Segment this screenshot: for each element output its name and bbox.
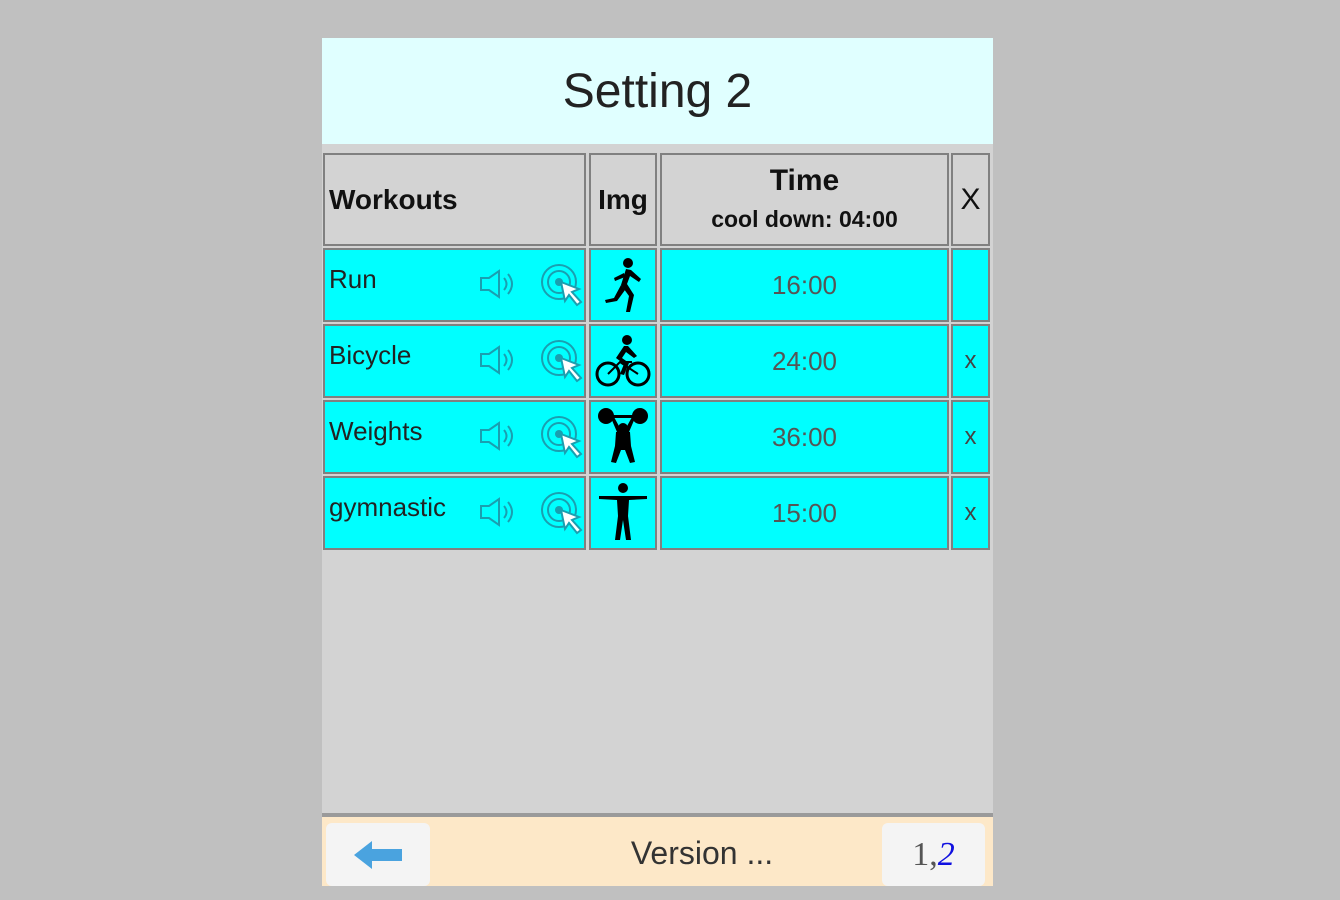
workout-image-gymnastic[interactable]	[589, 476, 657, 550]
workout-cell-bicycle[interactable]: Bicycle	[323, 324, 586, 398]
page-next[interactable]: 2	[938, 836, 955, 874]
workout-cell-gymnastic[interactable]: gymnastic	[323, 476, 586, 550]
header-delete: X	[951, 153, 990, 246]
touch-icon[interactable]	[539, 490, 587, 536]
time-cell[interactable]: 15:00	[660, 476, 949, 550]
delete-button[interactable]	[951, 248, 990, 322]
gymnast-icon	[599, 483, 647, 540]
speaker-icon[interactable]	[478, 496, 518, 528]
workout-image-weights[interactable]	[589, 400, 657, 474]
workout-name: Weights	[329, 416, 423, 446]
time-cell[interactable]: 36:00	[660, 400, 949, 474]
time-cell[interactable]: 16:00	[660, 248, 949, 322]
delete-button[interactable]: x	[951, 476, 990, 550]
settings-panel: Setting 2 Workouts Img Time cool down: 0…	[322, 38, 993, 886]
header-img: Img	[589, 153, 657, 246]
time-cell[interactable]: 24:00	[660, 324, 949, 398]
workout-name: Bicycle	[329, 340, 412, 370]
workout-cell-weights[interactable]: Weights	[323, 400, 586, 474]
cyclist-icon	[595, 335, 651, 387]
page-switch-button[interactable]: 1, 2	[882, 823, 985, 886]
page-current: 1,	[912, 835, 938, 873]
cool-down-label: cool down: 04:00	[711, 205, 898, 232]
touch-icon[interactable]	[539, 262, 587, 308]
touch-icon[interactable]	[539, 338, 587, 384]
version-label: Version ...	[630, 834, 774, 871]
speaker-icon[interactable]	[478, 344, 518, 376]
speaker-icon[interactable]	[478, 268, 518, 300]
delete-button[interactable]: x	[951, 324, 990, 398]
touch-icon[interactable]	[539, 414, 587, 460]
back-arrow-icon	[354, 840, 402, 869]
footer-bar: Version ... 1, 2	[322, 817, 993, 886]
workout-image-bicycle[interactable]	[589, 324, 657, 398]
workout-name: gymnastic	[329, 492, 447, 522]
speaker-icon[interactable]	[478, 420, 518, 452]
delete-button[interactable]: x	[951, 400, 990, 474]
back-button[interactable]	[326, 823, 430, 886]
workout-image-run[interactable]	[589, 248, 657, 322]
header-time-label: Time	[769, 163, 840, 197]
weightlifter-icon	[598, 408, 648, 463]
runner-icon	[605, 258, 641, 312]
workout-cell-run[interactable]: Run	[323, 248, 586, 322]
header-workouts: Workouts	[323, 153, 586, 246]
page-title: Setting 2	[322, 38, 993, 144]
workout-name: Run	[329, 264, 377, 294]
header-time: Time cool down: 04:00	[660, 153, 949, 246]
